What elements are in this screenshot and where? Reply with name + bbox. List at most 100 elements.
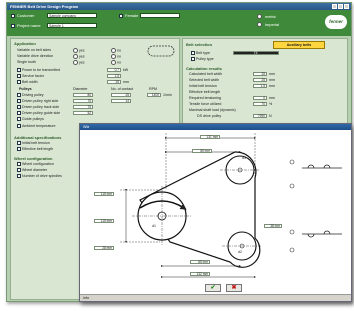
wheel-item-0[interactable]: Wheel configuration (17, 162, 54, 167)
application-title: Application (14, 41, 36, 46)
pulley-3-label: Driven pulley guide side (17, 111, 60, 116)
project-field[interactable]: Sample 1 (47, 23, 97, 28)
maximize-button[interactable] (338, 4, 343, 9)
app-row-0-label: Variable on belt sides (17, 48, 52, 52)
dim-left-upper-input[interactable]: 115 mm (94, 192, 114, 196)
metric-label: metric (265, 14, 276, 19)
wheel-item-1[interactable]: Wheel diameter (17, 168, 47, 173)
calc-row-7-value: 7990 (253, 114, 267, 118)
app-row-0-yes[interactable]: yes (73, 48, 85, 53)
app-row-0-no[interactable]: no (111, 48, 121, 53)
customer-label: Customer (17, 13, 35, 18)
dim-top-input[interactable]: 131 mm (200, 135, 220, 139)
power-input[interactable]: 0.7 (107, 68, 121, 72)
pulley-2-dia[interactable]: 75 (73, 105, 93, 109)
app-row-2-no[interactable]: no (111, 60, 121, 65)
pulley-2-label: Driven pulley track side (17, 105, 59, 110)
service-input[interactable]: 1.5 (107, 74, 121, 78)
belt-drive-diagram (120, 133, 342, 278)
belt-type-select[interactable]: T5 (233, 51, 279, 55)
pulley-0-label: Driving pulley (17, 93, 44, 98)
ambient-label: Ambient temperature (17, 124, 56, 129)
power-label: Power to be transmitted (17, 68, 60, 73)
minimize-button[interactable] (332, 4, 337, 9)
pulleys-title: Pulleys (19, 87, 32, 91)
belt-selection-panel: Belt selection Auxiliary belts Belt type… (182, 38, 348, 126)
col-teeth: No. of contact (111, 87, 134, 91)
belt-type-label: Belt type (191, 51, 210, 56)
pulley-1-dia[interactable]: 75 (73, 99, 93, 103)
dim-bottom-mid-input[interactable]: 85 mm (190, 260, 210, 264)
calc-row-4-value: 0 (253, 96, 267, 100)
pulley-type-label: Pulley type (191, 57, 214, 62)
app-row-2-yes[interactable]: yes (73, 60, 85, 65)
header-bar: Customer Sample company Project name Sam… (7, 10, 351, 36)
calc-row-1-label: Selected belt width (189, 78, 220, 82)
window-title: FENNER Belt Drive Design Program (10, 4, 79, 9)
cancel-button[interactable]: ✖ (226, 284, 242, 292)
project-checkbox[interactable] (11, 23, 15, 28)
belt-diagram-dialog: Wiz 131 mm 85 mm 115 mm 115 mm 28 mm 85 … (79, 123, 352, 302)
ok-button[interactable]: ✔ (205, 284, 221, 292)
app-row-1-no[interactable]: no (111, 54, 121, 59)
customer-field[interactable]: Sample company (47, 13, 97, 18)
imperial-label: imperial (265, 22, 280, 27)
wheel-title: Wheel configuration (14, 156, 53, 161)
female-label: Female (125, 13, 139, 18)
calc-row-4-label: Required tensioning (189, 96, 221, 100)
pulley-3-dia[interactable]: 52 (73, 111, 93, 115)
calc-title: Calculation results (186, 66, 222, 71)
calc-row-2-label: Initial belt tension (189, 84, 217, 88)
dim-right-small-input[interactable]: 38 mm (264, 224, 282, 228)
female-checkbox[interactable] (119, 13, 123, 18)
d1-label: d1 (152, 224, 156, 228)
calc-row-7-label: DS drive pulley (197, 114, 222, 118)
calc-row-5-label: Tensile force utilized (189, 102, 222, 106)
calc-row-0-label: Calculated belt width (189, 72, 223, 76)
app-row-1-label: Variable drive direction (17, 54, 54, 58)
calc-row-5-value: 70 (253, 102, 267, 106)
wheel-item-2[interactable]: Number of drive spindles (17, 174, 62, 179)
dialog-status-bar: Info (80, 294, 351, 301)
close-button[interactable] (344, 4, 349, 9)
pulley-0-rpm[interactable]: 1400 (147, 93, 161, 97)
dim-left-lower-input[interactable]: 115 mm (94, 219, 114, 223)
beltwidth-label: Belt width (17, 80, 38, 85)
calc-row-6-label: Maximal shaft load (dynamic) (189, 108, 236, 112)
additional-item-0[interactable]: Initial belt tension (17, 141, 50, 146)
pulley-0-teeth[interactable]: 25 (111, 93, 131, 97)
belt-selection-title: Belt selection (186, 42, 213, 47)
calc-row-1-value: 25 (253, 78, 267, 82)
dim-bottom-input[interactable]: 132 mm (190, 272, 210, 276)
dim-left-third-input[interactable]: 28 mm (94, 246, 114, 250)
col-rpm: RPM (149, 87, 157, 91)
app-row-2-label: Single tooth (17, 60, 36, 64)
calc-row-4-unit: mm (269, 96, 275, 100)
fenner-logo: fenner (325, 15, 347, 29)
auxiliary-belts-button[interactable]: Auxiliary belts (273, 41, 325, 49)
imperial-radio[interactable] (257, 22, 262, 27)
rpm-unit: 1/min (163, 93, 172, 97)
window-titlebar: FENNER Belt Drive Design Program (7, 3, 351, 10)
calc-row-0-value: 25 (253, 72, 267, 76)
calc-row-3-label: Effective belt length (189, 90, 221, 94)
pulley-0-dia[interactable]: 80 (73, 93, 93, 97)
dim-mid-input[interactable]: 85 mm (192, 149, 212, 153)
beltwidth-input[interactable]: 25 (107, 80, 121, 84)
additional-item-1[interactable]: Effective belt length (17, 147, 53, 152)
pulley-1-teeth[interactable]: 14 (111, 99, 131, 103)
female-field[interactable] (140, 13, 181, 18)
calc-row-2-unit: mm (269, 84, 275, 88)
beltwidth-unit: mm (123, 80, 129, 84)
d2-label: d2 (238, 250, 242, 254)
additional-title: Additional specifications (14, 135, 62, 140)
metric-radio[interactable] (257, 14, 262, 19)
customer-checkbox[interactable] (11, 13, 15, 18)
calc-row-7-unit: N (269, 114, 272, 118)
pulley-1-label: Driven pulley right side (17, 99, 58, 104)
app-row-1-yes[interactable]: yes (73, 54, 85, 59)
pulley-4-label: Guide pulleys (17, 117, 44, 122)
calc-row-1-unit: mm (269, 78, 275, 82)
d3-label: d3 (242, 156, 246, 160)
col-diameter: Diameter (73, 87, 88, 91)
